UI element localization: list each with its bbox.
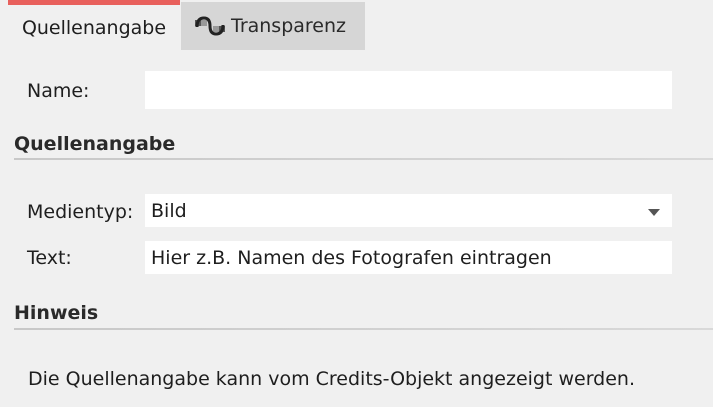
media-type-dropdown[interactable]: Bild (145, 194, 672, 227)
text-label: Text: (27, 247, 72, 269)
text-input-value: Hier z.B. Namen des Fotografen eintragen (151, 246, 552, 269)
chevron-down-icon (648, 209, 660, 216)
hint-text: Die Quellenangabe kann vom Credits-Objek… (28, 368, 636, 390)
media-type-label: Medientyp: (27, 201, 134, 223)
section-title-quellenangabe: Quellenangabe (14, 133, 176, 155)
media-type-value: Bild (151, 199, 187, 222)
tab-quellenangabe-label: Quellenangabe (21, 16, 167, 39)
tab-bar: Quellenangabe Transparenz (0, 0, 713, 50)
section-divider (14, 158, 713, 160)
tab-quellenangabe[interactable]: Quellenangabe (8, 0, 180, 50)
name-input[interactable] (145, 71, 672, 109)
section-divider (14, 328, 713, 330)
tab-transparenz[interactable]: Transparenz (181, 2, 365, 50)
text-input[interactable]: Hier z.B. Namen des Fotografen eintragen (145, 241, 672, 274)
tab-transparenz-label: Transparenz (231, 15, 347, 37)
name-label: Name: (27, 80, 90, 102)
section-title-hinweis: Hinweis (14, 302, 99, 324)
transparency-icon (193, 15, 227, 37)
